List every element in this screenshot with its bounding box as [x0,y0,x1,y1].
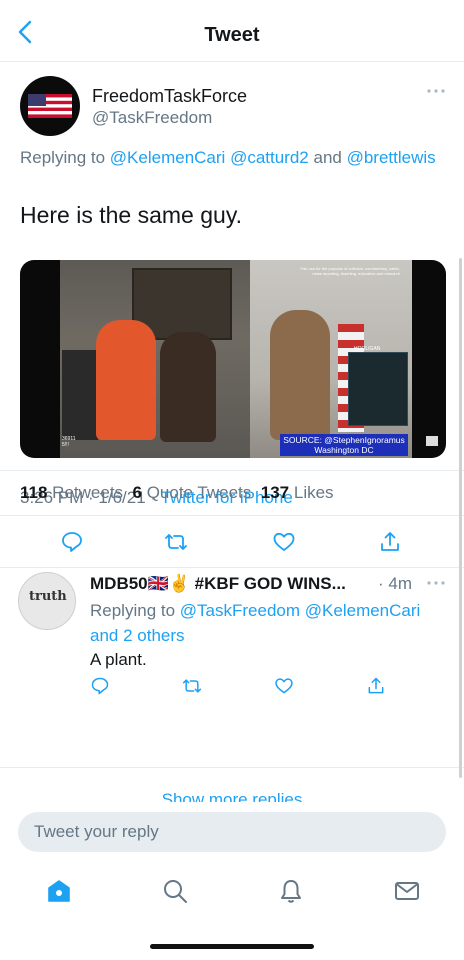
home-indicator [150,944,314,949]
reply-composer[interactable]: Tweet your reply [18,812,446,852]
mention-link[interactable]: @TaskFreedom [180,601,300,620]
mention-link[interactable]: @KelemenCari [110,148,226,167]
reply-text: A plant. [90,650,147,669]
media-badge [426,436,438,446]
page-title: Tweet [204,24,260,46]
inset-tag: HOOLIGAN [354,346,381,352]
replying-to: Replying to @KelemenCari @catturd2 and @… [20,146,440,170]
tab-bar [0,862,464,920]
show-more-replies[interactable]: Show more replies [0,780,464,802]
reply-time: · 4m [378,574,412,593]
more-icon[interactable] [426,88,446,94]
person [160,332,216,442]
more-icon[interactable] [426,580,446,586]
avatar[interactable] [20,76,80,136]
replying-prefix: Replying to [20,148,106,167]
notifications-icon[interactable] [278,878,304,904]
replying-prefix: Replying to [90,601,176,620]
source-line: Washington DC [314,445,374,455]
share-icon[interactable] [366,676,386,696]
replying-and: and [313,148,342,167]
retweet-icon[interactable] [182,676,202,696]
retweet-icon[interactable] [164,530,188,554]
crowd [62,350,98,440]
inset-video [348,352,408,426]
media-video[interactable]: Fair use for the purpose of criticism, c… [20,260,446,458]
search-icon[interactable] [162,878,188,904]
share-icon[interactable] [378,530,402,554]
avatar[interactable]: truth [18,572,76,630]
scrollbar[interactable] [459,258,462,778]
avatar-logo-text: truth [29,589,67,604]
tweet-text: Here is the same guy. [20,202,243,228]
show-more-label: Show more replies [161,790,303,802]
views-badge: 36911 5!!! [62,436,76,448]
composer-placeholder: Tweet your reply [34,822,159,841]
others-link[interactable]: and 2 others [90,626,185,645]
source-line: SOURCE: @StephenIgnoramus [283,435,405,445]
reply-icon[interactable] [60,530,84,554]
views-sub: 5!!! [62,442,69,448]
reply-author-name[interactable]: MDB50🇬🇧✌️ #KBF GOD WINS... [90,574,346,594]
like-icon[interactable] [272,530,296,554]
mention-link[interactable]: @brettlewis [347,148,436,167]
author-handle[interactable]: @TaskFreedom [92,108,212,128]
messages-icon[interactable] [394,878,420,904]
replying-to: Replying to @TaskFreedom @KelemenCari an… [90,598,450,648]
mention-link[interactable]: @catturd2 [230,148,309,167]
mention-link[interactable]: @KelemenCari [305,601,421,620]
like-icon[interactable] [274,676,294,696]
home-icon[interactable] [46,878,72,904]
us-flag-icon [28,94,72,118]
person [96,320,156,440]
reply-tweet[interactable]: truth MDB50🇬🇧✌️ #KBF GOD WINS... · 4m Re… [0,568,464,768]
reply-icon[interactable] [90,676,110,696]
person [270,310,330,440]
top-bar: Tweet [0,0,464,62]
quotes-stat[interactable]: 6 Quote Tweets [133,483,252,502]
source-banner: SOURCE: @StephenIgnoramus Washington DC [280,434,408,456]
retweets-stat[interactable]: 118 Retweets [20,483,123,502]
tweet-actions [0,516,464,568]
likes-stat[interactable]: 137 Likes [261,483,334,502]
fair-use-caption: Fair use for the purpose of criticism, c… [300,266,400,276]
tweet-stats: 118 Retweets 6 Quote Tweets 137 Likes [0,470,464,516]
author-name[interactable]: FreedomTaskForce [92,86,247,107]
